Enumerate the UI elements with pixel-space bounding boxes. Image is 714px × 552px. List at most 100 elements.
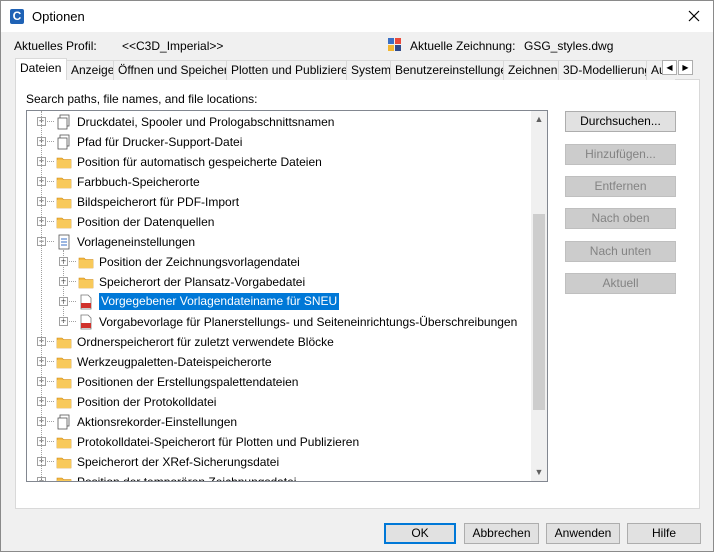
- tab-dateien[interactable]: Dateien: [15, 58, 67, 80]
- tree-item-label: Vorgabevorlage für Planerstellungs- und …: [99, 315, 518, 329]
- tree-guide-line: [41, 111, 42, 481]
- tree-row[interactable]: + Bildspeicherort für PDF-Import: [27, 192, 532, 212]
- folder-icon: [56, 354, 72, 370]
- tree-row[interactable]: + Vorgabevorlage für Planerstellungs- und…: [27, 312, 532, 332]
- window-title: Optionen: [32, 9, 85, 24]
- dwt-file-icon: [78, 294, 94, 310]
- tree-connector: [69, 321, 76, 322]
- scroll-up-arrow[interactable]: ▲: [531, 111, 547, 128]
- tree-row[interactable]: +Position der temporären Zeichnungsdatei: [27, 472, 532, 481]
- tree-item-label: Position der Datenquellen: [77, 215, 215, 229]
- tree-connector: [69, 281, 76, 282]
- remove-button[interactable]: Entfernen: [565, 176, 676, 197]
- tree-connector: [47, 461, 54, 462]
- close-button[interactable]: [683, 5, 705, 27]
- tree-connector: [47, 121, 54, 122]
- folder-icon: [56, 474, 72, 481]
- tree-item-label: Ordnerspeicherort für zuletzt verwendete…: [77, 335, 334, 349]
- tree-connector: [47, 161, 54, 162]
- tree-item-label: Vorlageneinstellungen: [77, 235, 196, 249]
- tree-connector: [47, 141, 54, 142]
- browse-button[interactable]: Durchsuchen...: [565, 111, 676, 132]
- tree-row[interactable]: + Druckdatei, Spooler und Prologabschnitt…: [27, 112, 532, 132]
- pages-icon: [56, 114, 72, 130]
- folder-icon: [56, 454, 72, 470]
- tree-connector: [47, 361, 54, 362]
- tree-row[interactable]: + Speicherort der Plansatz-Vorgabedatei: [27, 272, 532, 292]
- tree-row[interactable]: + Position der Datenquellen: [27, 212, 532, 232]
- tree-connector: [47, 181, 54, 182]
- options-dialog: C Optionen Aktuelles Profil: <<C3D_Imper…: [0, 0, 714, 552]
- tab-zeichnen[interactable]: Zeichnen: [503, 60, 559, 80]
- tree-connector: [47, 401, 54, 402]
- pages-icon: [56, 134, 72, 150]
- tree-row[interactable]: + Pfad für Drucker-Support-Datei: [27, 132, 532, 152]
- tree-row[interactable]: + Position der Protokolldatei: [27, 392, 532, 412]
- tree-connector: [47, 221, 54, 222]
- tree-row[interactable]: + Aktionsrekorder-Einstellungen: [27, 412, 532, 432]
- tree-row[interactable]: + Ordnerspeicherort für zuletzt verwendet…: [27, 332, 532, 352]
- scroll-thumb[interactable]: [533, 214, 545, 410]
- tree-item-label: Speicherort der XRef-Sicherungsdatei: [77, 455, 280, 469]
- tab-scroll-left-button[interactable]: ◀: [662, 60, 677, 75]
- tree-row[interactable]: + Vorgegebener Vorlagendateiname für SNEU: [27, 292, 532, 312]
- tree-connector: [47, 201, 54, 202]
- civil3d-app-icon: C: [10, 9, 24, 24]
- arrow-left-icon: ◀: [666, 63, 673, 72]
- tab-anzeige[interactable]: Anzeige: [66, 60, 114, 80]
- tree-row[interactable]: + Speicherort der XRef-Sicherungsdatei: [27, 452, 532, 472]
- title-bar: C Optionen: [1, 1, 713, 32]
- folder-icon: [56, 374, 72, 390]
- tree-connector: [47, 421, 54, 422]
- tree-connector: [69, 301, 76, 302]
- tree-item-label: Werkzeugpaletten-Dateispeicherorte: [77, 355, 272, 369]
- move-up-button[interactable]: Nach oben: [565, 208, 676, 229]
- tab-benutzereinstellungen[interactable]: Benutzereinstellungen: [390, 60, 514, 80]
- help-button[interactable]: Hilfe: [627, 523, 701, 544]
- folder-icon: [78, 274, 94, 290]
- tree-row[interactable]: + Position der Zeichnungsvorlagendatei: [27, 252, 532, 272]
- tree-item-label: Position für automatisch gespeicherte Da…: [77, 155, 322, 169]
- tree-row[interactable]: − Vorlageneinstellungen: [27, 232, 532, 252]
- folder-icon: [56, 434, 72, 450]
- drawing-label: Aktuelle Zeichnung:: [410, 39, 516, 53]
- tree-connector: [47, 441, 54, 442]
- tree-row[interactable]: + Positionen der Erstellungspalettendatei…: [27, 372, 532, 392]
- tree-item-label: Vorgegebener Vorlagendateiname für SNEU: [99, 293, 340, 310]
- tree-row[interactable]: + Farbbuch-Speicherorte: [27, 172, 532, 192]
- tree-row[interactable]: + Position für automatisch gespeicherte D…: [27, 152, 532, 172]
- set-current-button[interactable]: Aktuell: [565, 273, 676, 294]
- tab-3d-modellierung[interactable]: 3D-Modellierung: [558, 60, 651, 80]
- close-icon: [688, 10, 700, 22]
- tree-item-label: Aktionsrekorder-Einstellungen: [77, 415, 238, 429]
- cancel-button[interactable]: Abbrechen: [464, 523, 539, 544]
- tree-connector: [47, 241, 54, 242]
- add-button[interactable]: Hinzufügen...: [565, 144, 676, 165]
- tree-row[interactable]: + Protokolldatei-Speicherort für Plotten …: [27, 432, 532, 452]
- scroll-down-arrow[interactable]: ▼: [531, 464, 547, 481]
- move-down-button[interactable]: Nach unten: [565, 241, 676, 262]
- tree-vertical-scrollbar[interactable]: ▲ ▼: [531, 111, 547, 481]
- tab-oeffnen-speichern[interactable]: Öffnen und Speichern: [113, 60, 235, 80]
- tree-guide-line: [63, 250, 64, 322]
- tab-plotten-publizieren[interactable]: Plotten und Publizieren: [226, 60, 354, 80]
- folder-icon: [56, 214, 72, 230]
- tree-item-label: Farbbuch-Speicherorte: [77, 175, 200, 189]
- search-paths-tree[interactable]: + Druckdatei, Spooler und Prologabschnitt…: [26, 110, 548, 482]
- folder-icon: [56, 154, 72, 170]
- tree-item-label: Speicherort der Plansatz-Vorgabedatei: [99, 275, 306, 289]
- tab-system[interactable]: System: [346, 60, 391, 80]
- tree-row[interactable]: + Werkzeugpaletten-Dateispeicherorte: [27, 352, 532, 372]
- drawing-file-icon: [388, 38, 401, 51]
- ok-button[interactable]: OK: [384, 523, 456, 544]
- tree-connector: [47, 381, 54, 382]
- folder-icon: [78, 254, 94, 270]
- profile-value: <<C3D_Imperial>>: [122, 39, 224, 53]
- tree-item-label: Bildspeicherort für PDF-Import: [77, 195, 240, 209]
- dwt-file-icon: [78, 314, 94, 330]
- pages-icon: [56, 414, 72, 430]
- tree-item-label: Position der Protokolldatei: [77, 395, 217, 409]
- tab-scroll-right-button[interactable]: ▶: [678, 60, 693, 75]
- tree-connector: [47, 341, 54, 342]
- apply-button[interactable]: Anwenden: [546, 523, 620, 544]
